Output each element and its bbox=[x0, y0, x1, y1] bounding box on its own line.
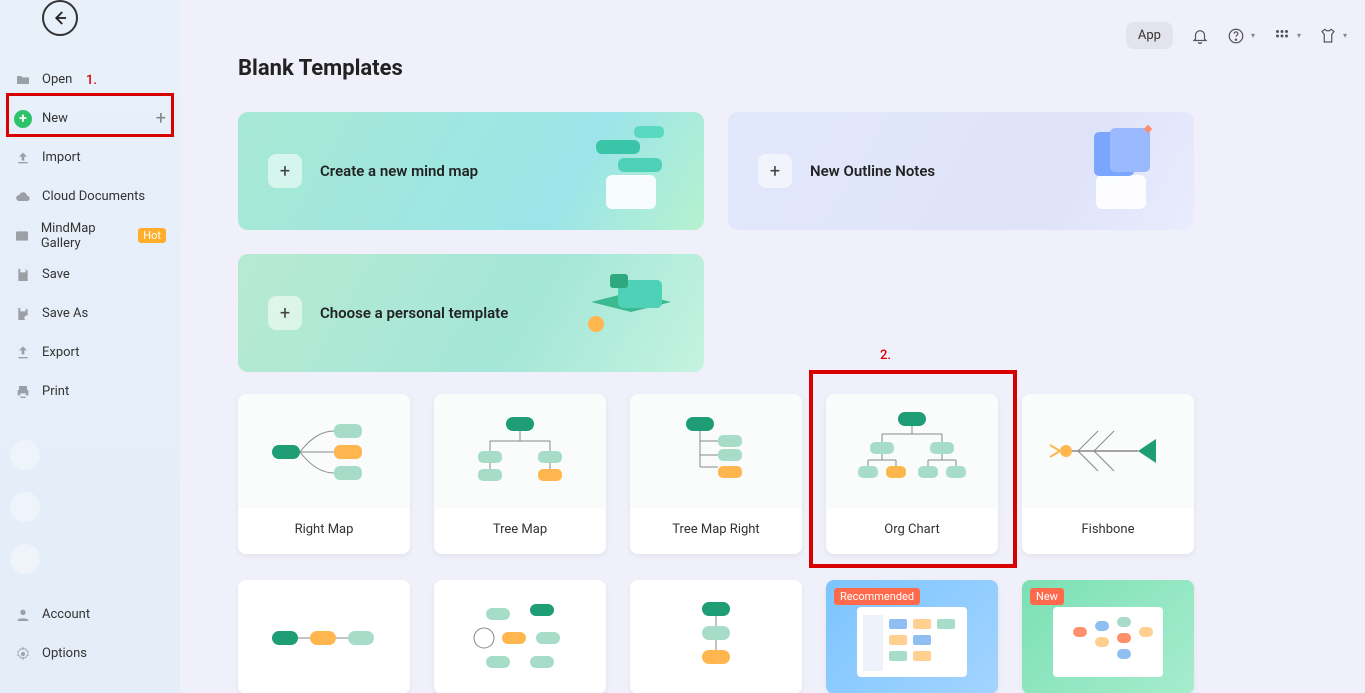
template-preview bbox=[238, 394, 410, 508]
template-preview bbox=[826, 580, 998, 693]
decoration-dot bbox=[10, 544, 40, 574]
back-button[interactable] bbox=[42, 0, 78, 36]
sidebar-item-save[interactable]: Save bbox=[0, 255, 180, 294]
template-tree-map-right[interactable]: Tree Map Right bbox=[630, 394, 802, 554]
chevron-down-icon: ▾ bbox=[1297, 31, 1301, 40]
sidebar-item-import[interactable]: Import bbox=[0, 138, 180, 177]
template-preview bbox=[630, 580, 802, 693]
card-create-mind-map[interactable]: + Create a new mind map bbox=[238, 112, 704, 230]
section-title: Blank Templates bbox=[238, 56, 403, 81]
app-button-label: App bbox=[1138, 28, 1161, 43]
main-area: App ▾ ▾ ▾ Blank Templates + Create a new… bbox=[180, 0, 1365, 693]
export-icon bbox=[14, 344, 32, 362]
template-preview bbox=[1022, 580, 1194, 693]
sidebar-item-options[interactable]: Options bbox=[0, 634, 180, 673]
save-as-icon bbox=[14, 305, 32, 323]
sidebar: Open + New + Import Cloud Documents Mind… bbox=[0, 0, 180, 693]
template-preview bbox=[630, 394, 802, 508]
gallery-icon bbox=[14, 227, 31, 245]
card-label: Create a new mind map bbox=[320, 162, 478, 180]
top-toolbar: App ▾ ▾ ▾ bbox=[1126, 22, 1347, 49]
new-icon: + bbox=[14, 110, 32, 128]
chevron-down-icon: ▾ bbox=[1343, 31, 1347, 40]
template-fishbone[interactable]: Fishbone bbox=[1022, 394, 1194, 554]
sidebar-bottom: Account Options bbox=[0, 595, 180, 673]
save-icon bbox=[14, 266, 32, 284]
sidebar-item-cloud-documents[interactable]: Cloud Documents bbox=[0, 177, 180, 216]
template-tree-map[interactable]: Tree Map bbox=[434, 394, 606, 554]
sidebar-item-label: New bbox=[42, 111, 68, 126]
arrow-left-icon bbox=[51, 9, 69, 27]
help-icon[interactable] bbox=[1227, 27, 1245, 45]
sidebar-item-export[interactable]: Export bbox=[0, 333, 180, 372]
template-label: Tree Map Right bbox=[630, 508, 802, 537]
sidebar-item-label: Import bbox=[42, 150, 81, 165]
gear-icon bbox=[14, 645, 32, 663]
template-recommended[interactable]: Recommended bbox=[826, 580, 998, 693]
folder-icon bbox=[14, 71, 32, 89]
sidebar-item-label: Print bbox=[42, 384, 69, 399]
grid-icon[interactable] bbox=[1273, 27, 1291, 45]
cloud-icon bbox=[14, 188, 32, 206]
plus-icon: + bbox=[758, 154, 792, 188]
print-icon bbox=[14, 383, 32, 401]
card-label: New Outline Notes bbox=[810, 162, 935, 180]
template-preview bbox=[434, 394, 606, 508]
template-right-map[interactable]: Right Map bbox=[238, 394, 410, 554]
plus-icon: + bbox=[156, 108, 166, 129]
template-bubble-map[interactable] bbox=[434, 580, 606, 693]
sidebar-item-label: Save As bbox=[42, 306, 88, 321]
import-icon bbox=[14, 149, 32, 167]
template-label: Tree Map bbox=[434, 508, 606, 537]
decoration-dot bbox=[10, 492, 40, 522]
template-preview bbox=[434, 580, 606, 693]
template-label: Fishbone bbox=[1022, 508, 1194, 537]
sidebar-item-account[interactable]: Account bbox=[0, 595, 180, 634]
template-horizontal-map[interactable] bbox=[238, 580, 410, 693]
annotation-label-1: 1. bbox=[86, 73, 97, 88]
card-label: Choose a personal template bbox=[320, 304, 508, 322]
template-label: Org Chart bbox=[826, 508, 998, 537]
template-preview bbox=[238, 580, 410, 693]
card-illustration bbox=[576, 120, 686, 220]
sidebar-item-print[interactable]: Print bbox=[0, 372, 180, 411]
sidebar-item-label: MindMap Gallery bbox=[41, 221, 132, 251]
card-personal-template[interactable]: + Choose a personal template bbox=[238, 254, 704, 372]
chevron-down-icon: ▾ bbox=[1251, 31, 1255, 40]
template-label: Right Map bbox=[238, 508, 410, 537]
sidebar-item-new[interactable]: + New + bbox=[0, 99, 180, 138]
annotation-label-2: 2. bbox=[880, 348, 891, 363]
sidebar-item-mindmap-gallery[interactable]: MindMap Gallery Hot bbox=[0, 216, 180, 255]
decoration-dot bbox=[10, 440, 40, 470]
sidebar-item-label: Cloud Documents bbox=[42, 189, 145, 204]
template-preview bbox=[1022, 394, 1194, 508]
card-new-outline-notes[interactable]: + New Outline Notes bbox=[728, 112, 1194, 230]
sidebar-item-label: Open bbox=[42, 72, 72, 87]
shirt-icon[interactable] bbox=[1319, 27, 1337, 45]
card-illustration bbox=[1066, 120, 1176, 220]
account-icon bbox=[14, 606, 32, 624]
app-button[interactable]: App bbox=[1126, 22, 1173, 49]
card-illustration bbox=[576, 262, 686, 362]
template-preview bbox=[826, 394, 998, 508]
plus-icon: + bbox=[268, 296, 302, 330]
template-new[interactable]: New bbox=[1022, 580, 1194, 693]
sidebar-item-label: Save bbox=[42, 267, 70, 282]
bell-icon[interactable] bbox=[1191, 27, 1209, 45]
plus-icon: + bbox=[268, 154, 302, 188]
sidebar-menu: Open + New + Import Cloud Documents Mind… bbox=[0, 60, 180, 411]
hot-badge: Hot bbox=[138, 228, 166, 243]
sidebar-item-label: Options bbox=[42, 646, 87, 661]
sidebar-item-label: Export bbox=[42, 345, 80, 360]
template-vertical-map[interactable] bbox=[630, 580, 802, 693]
sidebar-item-label: Account bbox=[42, 607, 90, 622]
template-org-chart[interactable]: Org Chart bbox=[826, 394, 998, 554]
sidebar-item-save-as[interactable]: Save As bbox=[0, 294, 180, 333]
